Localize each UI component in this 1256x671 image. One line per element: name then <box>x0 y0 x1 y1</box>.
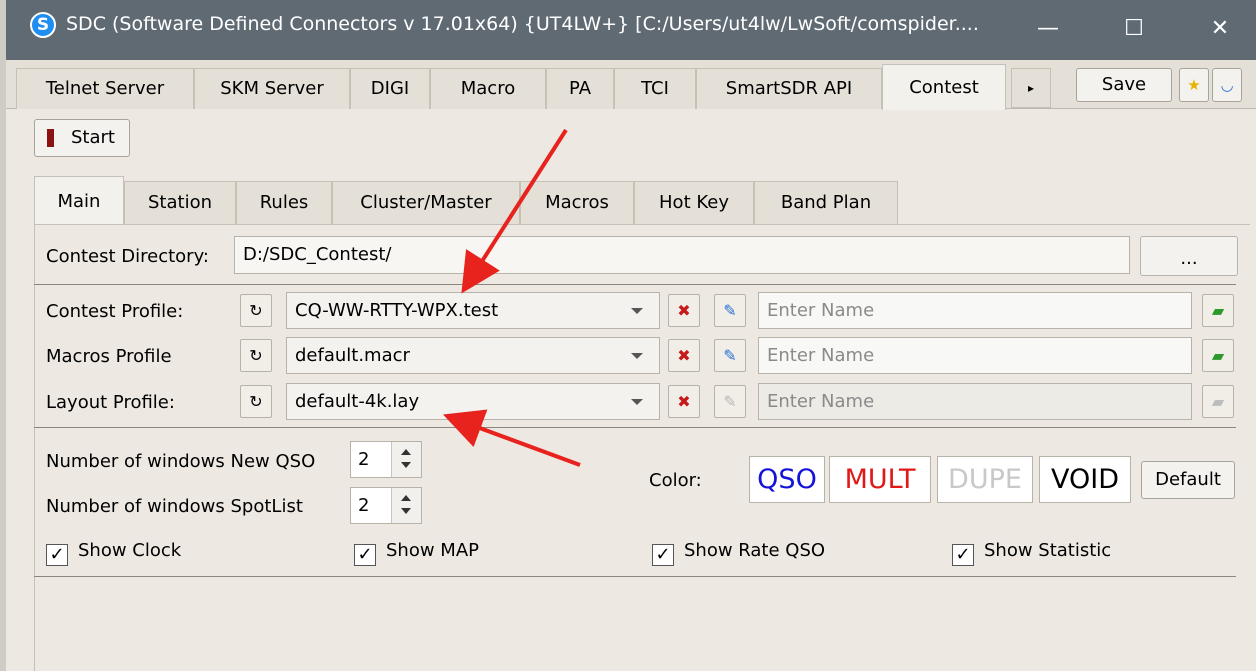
app-window: S SDC (Software Defined Connectors v 17.… <box>0 0 1256 671</box>
annotation-arrows <box>442 128 581 467</box>
annotation-arrow-contest-profile <box>461 128 568 294</box>
annotation-arrow-layout-profile <box>442 409 581 467</box>
